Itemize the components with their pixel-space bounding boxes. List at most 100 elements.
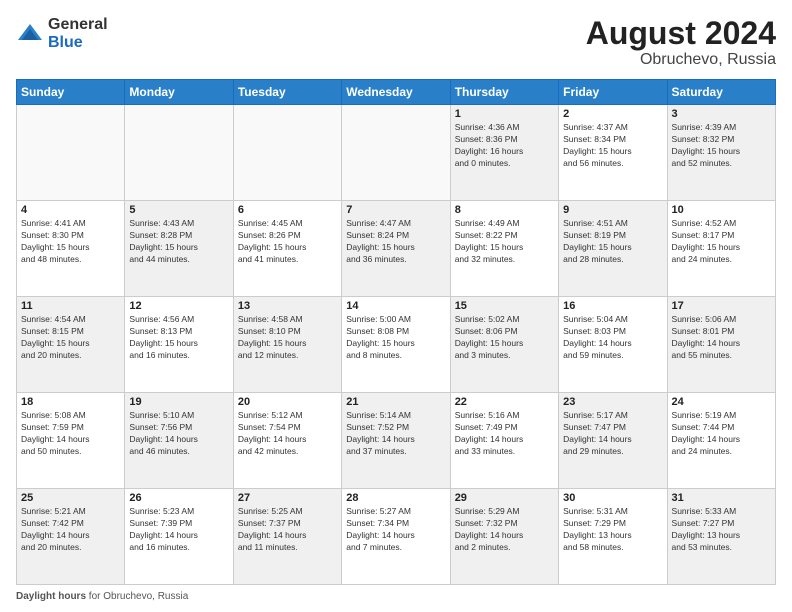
day-info: Sunrise: 4:58 AM Sunset: 8:10 PM Dayligh… xyxy=(238,314,337,362)
day-info: Sunrise: 5:19 AM Sunset: 7:44 PM Dayligh… xyxy=(672,410,771,458)
calendar-cell: 27 Sunrise: 5:25 AM Sunset: 7:37 PM Dayli… xyxy=(233,489,341,585)
footer-text: for Obruchevo, Russia xyxy=(86,591,188,602)
day-number: 27 xyxy=(238,492,337,504)
day-info: Sunrise: 5:14 AM Sunset: 7:52 PM Dayligh… xyxy=(346,410,445,458)
calendar-cell: 20 Sunrise: 5:12 AM Sunset: 7:54 PM Dayli… xyxy=(233,393,341,489)
day-number: 13 xyxy=(238,300,337,312)
day-number: 10 xyxy=(672,204,771,216)
footer-label: Daylight hours xyxy=(16,591,86,602)
day-info: Sunrise: 4:54 AM Sunset: 8:15 PM Dayligh… xyxy=(21,314,120,362)
day-number: 26 xyxy=(129,492,228,504)
day-info: Sunrise: 5:00 AM Sunset: 8:08 PM Dayligh… xyxy=(346,314,445,362)
calendar-header-thursday: Thursday xyxy=(450,80,558,105)
logo-text: General Blue xyxy=(48,16,108,51)
calendar-cell: 11 Sunrise: 4:54 AM Sunset: 8:15 PM Dayli… xyxy=(17,297,125,393)
day-info: Sunrise: 5:16 AM Sunset: 7:49 PM Dayligh… xyxy=(455,410,554,458)
day-info: Sunrise: 4:37 AM Sunset: 8:34 PM Dayligh… xyxy=(563,122,662,170)
calendar-week-4: 18Sunrise: 5:08 AM Sunset: 7:59 PM Dayli… xyxy=(17,393,776,489)
logo-general: General xyxy=(48,16,108,34)
day-number: 14 xyxy=(346,300,445,312)
day-info: Sunrise: 4:43 AM Sunset: 8:28 PM Dayligh… xyxy=(129,218,228,266)
day-number: 6 xyxy=(238,204,337,216)
day-number: 3 xyxy=(672,108,771,120)
logo-blue: Blue xyxy=(48,34,108,52)
day-info: Sunrise: 4:47 AM Sunset: 8:24 PM Dayligh… xyxy=(346,218,445,266)
calendar-cell: 25 Sunrise: 5:21 AM Sunset: 7:42 PM Dayli… xyxy=(17,489,125,585)
day-info: Sunrise: 5:21 AM Sunset: 7:42 PM Dayligh… xyxy=(21,506,120,554)
day-number: 30 xyxy=(563,492,662,504)
calendar-cell: 30 Sunrise: 5:31 AM Sunset: 7:29 PM Dayli… xyxy=(559,489,667,585)
calendar-cell: 10 Sunrise: 4:52 AM Sunset: 8:17 PM Dayli… xyxy=(667,201,775,297)
day-info: Sunrise: 4:45 AM Sunset: 8:26 PM Dayligh… xyxy=(238,218,337,266)
day-info: Sunrise: 4:52 AM Sunset: 8:17 PM Dayligh… xyxy=(672,218,771,266)
day-info: Sunrise: 4:49 AM Sunset: 8:22 PM Dayligh… xyxy=(455,218,554,266)
calendar-cell: 15 Sunrise: 5:02 AM Sunset: 8:06 PM Dayli… xyxy=(450,297,558,393)
calendar-cell: 6 Sunrise: 4:45 AM Sunset: 8:26 PM Daylig… xyxy=(233,201,341,297)
calendar-cell: 19 Sunrise: 5:10 AM Sunset: 7:56 PM Dayli… xyxy=(125,393,233,489)
day-info: Sunrise: 5:27 AM Sunset: 7:34 PM Dayligh… xyxy=(346,506,445,554)
day-number: 11 xyxy=(21,300,120,312)
calendar-week-3: 11 Sunrise: 4:54 AM Sunset: 8:15 PM Dayli… xyxy=(17,297,776,393)
day-info: Sunrise: 5:02 AM Sunset: 8:06 PM Dayligh… xyxy=(455,314,554,362)
day-number: 15 xyxy=(455,300,554,312)
day-number: 16 xyxy=(563,300,662,312)
calendar-header-saturday: Saturday xyxy=(667,80,775,105)
calendar-cell: 14 Sunrise: 5:00 AM Sunset: 8:08 PM Dayli… xyxy=(342,297,450,393)
day-info: Sunrise: 5:10 AM Sunset: 7:56 PM Dayligh… xyxy=(129,410,228,458)
location-title: Obruchevo, Russia xyxy=(586,51,776,69)
day-info: Sunrise: 5:17 AM Sunset: 7:47 PM Dayligh… xyxy=(563,410,662,458)
calendar-cell: 13 Sunrise: 4:58 AM Sunset: 8:10 PM Dayli… xyxy=(233,297,341,393)
day-number: 5 xyxy=(129,204,228,216)
day-info: Sunrise: 5:25 AM Sunset: 7:37 PM Dayligh… xyxy=(238,506,337,554)
calendar-table: SundayMondayTuesdayWednesdayThursdayFrid… xyxy=(16,79,776,585)
calendar-header-monday: Monday xyxy=(125,80,233,105)
day-info: Sunrise: 5:12 AM Sunset: 7:54 PM Dayligh… xyxy=(238,410,337,458)
day-number: 29 xyxy=(455,492,554,504)
calendar-cell xyxy=(17,105,125,201)
footer: Daylight hours for Obruchevo, Russia xyxy=(16,591,776,602)
calendar-cell: 21 Sunrise: 5:14 AM Sunset: 7:52 PM Dayli… xyxy=(342,393,450,489)
day-info: Sunrise: 4:56 AM Sunset: 8:13 PM Dayligh… xyxy=(129,314,228,362)
day-number: 31 xyxy=(672,492,771,504)
calendar-cell xyxy=(125,105,233,201)
calendar-week-2: 4Sunrise: 4:41 AM Sunset: 8:30 PM Daylig… xyxy=(17,201,776,297)
day-number: 1 xyxy=(455,108,554,120)
day-number: 19 xyxy=(129,396,228,408)
day-number: 20 xyxy=(238,396,337,408)
calendar-cell: 1 Sunrise: 4:36 AM Sunset: 8:36 PM Daylig… xyxy=(450,105,558,201)
calendar-cell: 17Sunrise: 5:06 AM Sunset: 8:01 PM Dayli… xyxy=(667,297,775,393)
calendar-cell: 18Sunrise: 5:08 AM Sunset: 7:59 PM Dayli… xyxy=(17,393,125,489)
calendar-header-tuesday: Tuesday xyxy=(233,80,341,105)
calendar-cell: 9 Sunrise: 4:51 AM Sunset: 8:19 PM Daylig… xyxy=(559,201,667,297)
day-number: 28 xyxy=(346,492,445,504)
calendar-header-wednesday: Wednesday xyxy=(342,80,450,105)
day-number: 23 xyxy=(563,396,662,408)
day-number: 2 xyxy=(563,108,662,120)
page: General Blue August 2024 Obruchevo, Russ… xyxy=(0,0,792,612)
day-number: 8 xyxy=(455,204,554,216)
day-number: 17 xyxy=(672,300,771,312)
day-number: 25 xyxy=(21,492,120,504)
calendar-cell: 7Sunrise: 4:47 AM Sunset: 8:24 PM Daylig… xyxy=(342,201,450,297)
calendar-cell: 31Sunrise: 5:33 AM Sunset: 7:27 PM Dayli… xyxy=(667,489,775,585)
day-info: Sunrise: 5:23 AM Sunset: 7:39 PM Dayligh… xyxy=(129,506,228,554)
calendar-cell: 24Sunrise: 5:19 AM Sunset: 7:44 PM Dayli… xyxy=(667,393,775,489)
calendar-cell: 2 Sunrise: 4:37 AM Sunset: 8:34 PM Daylig… xyxy=(559,105,667,201)
calendar-week-5: 25 Sunrise: 5:21 AM Sunset: 7:42 PM Dayli… xyxy=(17,489,776,585)
calendar-cell: 22 Sunrise: 5:16 AM Sunset: 7:49 PM Dayli… xyxy=(450,393,558,489)
logo: General Blue xyxy=(16,16,108,51)
calendar-header-row: SundayMondayTuesdayWednesdayThursdayFrid… xyxy=(17,80,776,105)
calendar-cell: 8 Sunrise: 4:49 AM Sunset: 8:22 PM Daylig… xyxy=(450,201,558,297)
day-info: Sunrise: 4:51 AM Sunset: 8:19 PM Dayligh… xyxy=(563,218,662,266)
day-info: Sunrise: 4:39 AM Sunset: 8:32 PM Dayligh… xyxy=(672,122,771,170)
header: General Blue August 2024 Obruchevo, Russ… xyxy=(16,16,776,69)
day-number: 22 xyxy=(455,396,554,408)
calendar-cell: 16 Sunrise: 5:04 AM Sunset: 8:03 PM Dayli… xyxy=(559,297,667,393)
day-info: Sunrise: 5:31 AM Sunset: 7:29 PM Dayligh… xyxy=(563,506,662,554)
day-info: Sunrise: 4:36 AM Sunset: 8:36 PM Dayligh… xyxy=(455,122,554,170)
day-number: 18 xyxy=(21,396,120,408)
calendar-cell: 12Sunrise: 4:56 AM Sunset: 8:13 PM Dayli… xyxy=(125,297,233,393)
day-number: 21 xyxy=(346,396,445,408)
day-info: Sunrise: 5:04 AM Sunset: 8:03 PM Dayligh… xyxy=(563,314,662,362)
day-number: 9 xyxy=(563,204,662,216)
